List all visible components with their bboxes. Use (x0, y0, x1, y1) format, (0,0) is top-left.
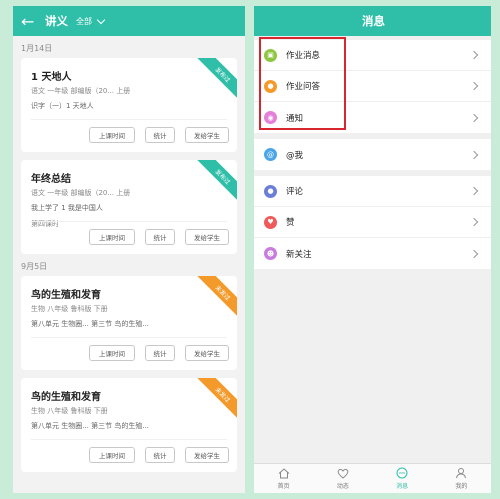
lecture-title: 鸟的生殖和发育 (31, 392, 101, 403)
lecture-card[interactable]: 未发过 鸟的生殖和发育 生物 八年级 鲁科版 下册 第八单元 生物圈... 第三… (21, 276, 237, 370)
messages-screen: 消息 ▣ 作业消息 ● 作业问答 ◉ 通知 @ @我 ● 评论 ♥ 赞 ☻ 新关… (254, 6, 491, 493)
tab-label: 消息 (396, 483, 409, 490)
divider (31, 221, 227, 222)
stats-button[interactable]: 统计 (145, 447, 175, 463)
lecture-card[interactable]: 发布过 年终总结 语文 一年级 部编版（20... 上册 我上学了 1 我是中国… (21, 160, 237, 254)
send-to-students-button[interactable]: 发给学生 (185, 127, 229, 143)
divider (31, 439, 227, 440)
class-time-button[interactable]: 上课时间 (89, 127, 135, 143)
lecture-subtitle: 生物 八年级 鲁科版 下册 (31, 407, 108, 415)
menu-item-label: 评论 (286, 187, 304, 197)
tab-home[interactable]: 首页 (254, 464, 313, 493)
profile-icon (455, 467, 468, 479)
lecture-desc: 我上学了 1 我是中国人 (31, 204, 103, 212)
chevron-right-icon (469, 150, 479, 159)
date-header: 9月5日 (21, 262, 48, 271)
menu-item-new-followers[interactable]: ☻ 新关注 (254, 238, 491, 269)
send-to-students-button[interactable]: 发给学生 (185, 345, 229, 361)
chevron-right-icon (469, 249, 479, 258)
menu-item-label: 作业问答 (286, 82, 321, 92)
lecture-desc: 第八单元 生物圈... 第三节 鸟的生殖... (31, 422, 150, 430)
messages-header: 消息 (254, 6, 491, 36)
menu-item-label: 作业消息 (286, 51, 321, 61)
chevron-right-icon (469, 186, 479, 196)
send-to-students-button[interactable]: 发给学生 (185, 447, 229, 463)
page-title: 消息 (362, 14, 385, 28)
bottom-tab-bar: 首页 动态 消息 我的 (254, 463, 491, 493)
follow-icon: ☻ (264, 247, 277, 260)
menu-item-label: 赞 (286, 218, 295, 228)
tab-profile[interactable]: 我的 (432, 464, 491, 493)
stats-button[interactable]: 统计 (145, 229, 175, 245)
menu-item-notice[interactable]: ◉ 通知 (254, 102, 491, 133)
tab-messages[interactable]: 消息 (373, 464, 432, 493)
homework-icon: ▣ (264, 48, 277, 62)
class-time-button[interactable]: 上课时间 (89, 345, 135, 361)
message-icon (396, 467, 409, 479)
qa-icon: ● (264, 79, 277, 93)
chevron-right-icon (469, 50, 479, 60)
home-icon (277, 467, 290, 479)
lecture-subtitle: 生物 八年级 鲁科版 下册 (31, 305, 108, 313)
notice-icon: ◉ (264, 111, 277, 124)
activity-icon (336, 467, 349, 479)
lecture-subtitle: 语文 一年级 部编版（20... 上册 (31, 189, 131, 197)
class-time-button[interactable]: 上课时间 (89, 447, 135, 463)
menu-item-homework-qa[interactable]: ● 作业问答 (254, 71, 491, 102)
menu-item-mentions[interactable]: @ @我 (254, 139, 491, 170)
filter-dropdown[interactable]: 全部 (76, 15, 106, 27)
back-arrow-icon[interactable]: ← (21, 12, 43, 31)
send-to-students-button[interactable]: 发给学生 (185, 229, 229, 245)
message-group: ● 评论 ♥ 赞 ☻ 新关注 (254, 176, 491, 269)
chevron-down-icon (96, 15, 106, 24)
tab-activity[interactable]: 动态 (313, 464, 372, 493)
menu-item-homework-messages[interactable]: ▣ 作业消息 (254, 40, 491, 71)
filter-label: 全部 (76, 16, 92, 26)
divider (31, 119, 227, 120)
lecture-desc: 识字（一）1 天地人 (31, 102, 94, 110)
lecture-title: 1 天地人 (31, 72, 72, 83)
lecture-card[interactable]: 发布过 1 天地人 语文 一年级 部编版（20... 上册 识字（一）1 天地人… (21, 58, 237, 152)
comment-icon: ● (264, 184, 277, 198)
class-time-button[interactable]: 上课时间 (89, 229, 135, 245)
menu-item-label: @我 (286, 150, 304, 161)
divider (31, 337, 227, 338)
chevron-right-icon (469, 81, 479, 91)
stats-button[interactable]: 统计 (145, 127, 175, 143)
message-group: ▣ 作业消息 ● 作业问答 ◉ 通知 (254, 40, 491, 133)
lecture-desc: 第八单元 生物圈... 第三节 鸟的生殖... (31, 320, 150, 328)
lecture-title: 年终总结 (31, 174, 71, 185)
stats-button[interactable]: 统计 (145, 345, 175, 361)
menu-item-label: 新关注 (286, 249, 312, 260)
tab-label: 动态 (336, 483, 349, 490)
lecture-header: ← 讲义 全部 (13, 6, 245, 36)
at-icon: @ (264, 148, 277, 161)
lecture-card[interactable]: 未发过 鸟的生殖和发育 生物 八年级 鲁科版 下册 第八单元 生物圈... 第三… (21, 378, 237, 472)
menu-item-label: 通知 (286, 113, 304, 124)
tab-label: 我的 (455, 483, 468, 490)
like-icon: ♥ (264, 215, 277, 229)
message-group: @ @我 (254, 139, 491, 170)
chevron-right-icon (469, 217, 479, 227)
lecture-title: 鸟的生殖和发育 (31, 290, 101, 301)
menu-item-comments[interactable]: ● 评论 (254, 176, 491, 207)
page-title: 讲义 (45, 14, 68, 28)
tab-label: 首页 (277, 483, 290, 490)
lecture-screen: ← 讲义 全部 1月14日 发布过 1 天地人 语文 一年级 部编版（20...… (13, 6, 245, 493)
chevron-right-icon (469, 113, 479, 122)
date-header: 1月14日 (21, 44, 53, 53)
menu-item-likes[interactable]: ♥ 赞 (254, 207, 491, 238)
lecture-subtitle: 语文 一年级 部编版（20... 上册 (31, 87, 131, 95)
